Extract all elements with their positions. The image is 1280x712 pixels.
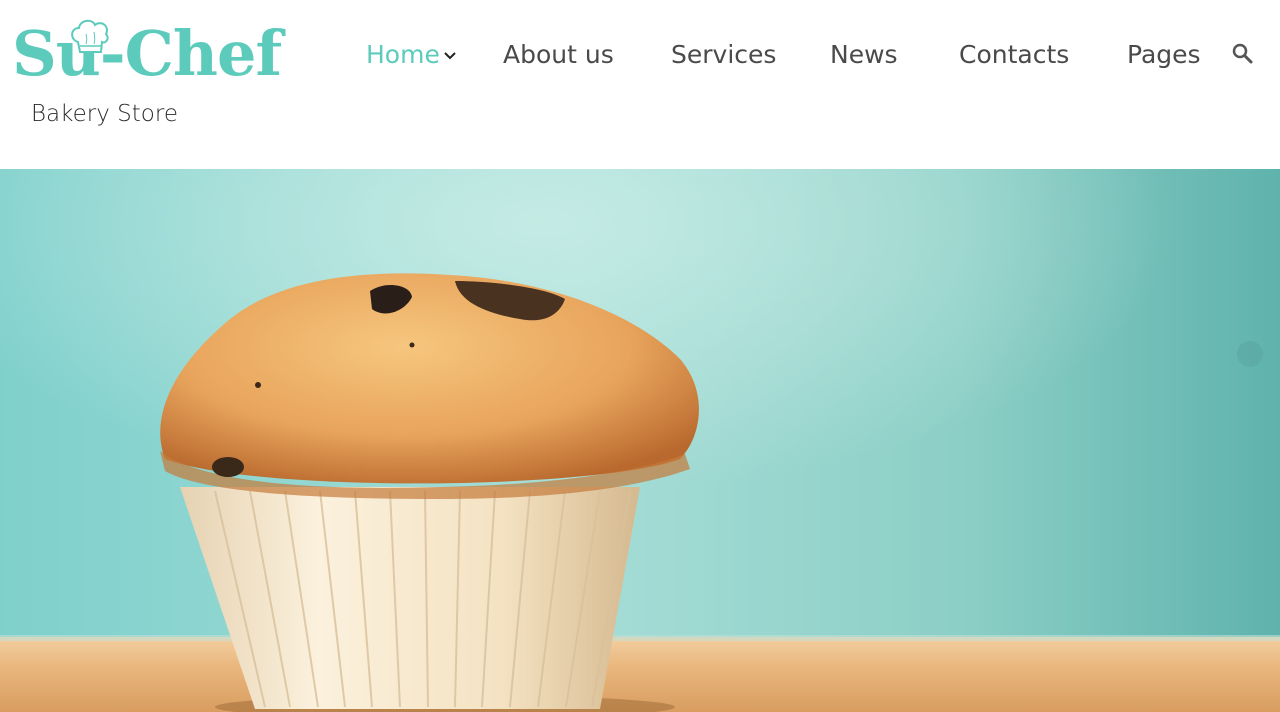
site-tagline: Bakery Store <box>31 101 178 127</box>
site-header: Su-Chef Bakery Store Home About us Servi… <box>0 0 1280 169</box>
search-icon[interactable] <box>1231 42 1255 66</box>
nav-item-pages[interactable]: Pages <box>1127 35 1201 75</box>
nav-item-about-us[interactable]: About us <box>503 35 614 75</box>
nav-item-services[interactable]: Services <box>671 35 776 75</box>
nav-item-contacts[interactable]: Contacts <box>959 35 1069 75</box>
chevron-down-icon[interactable] <box>443 49 457 63</box>
nav-item-news[interactable]: News <box>830 35 898 75</box>
main-nav: Home About us Services News Contacts Pag… <box>0 35 1280 75</box>
muffin-photo <box>0 169 1280 712</box>
nav-item-home[interactable]: Home <box>366 35 440 75</box>
hero-banner <box>0 169 1280 712</box>
